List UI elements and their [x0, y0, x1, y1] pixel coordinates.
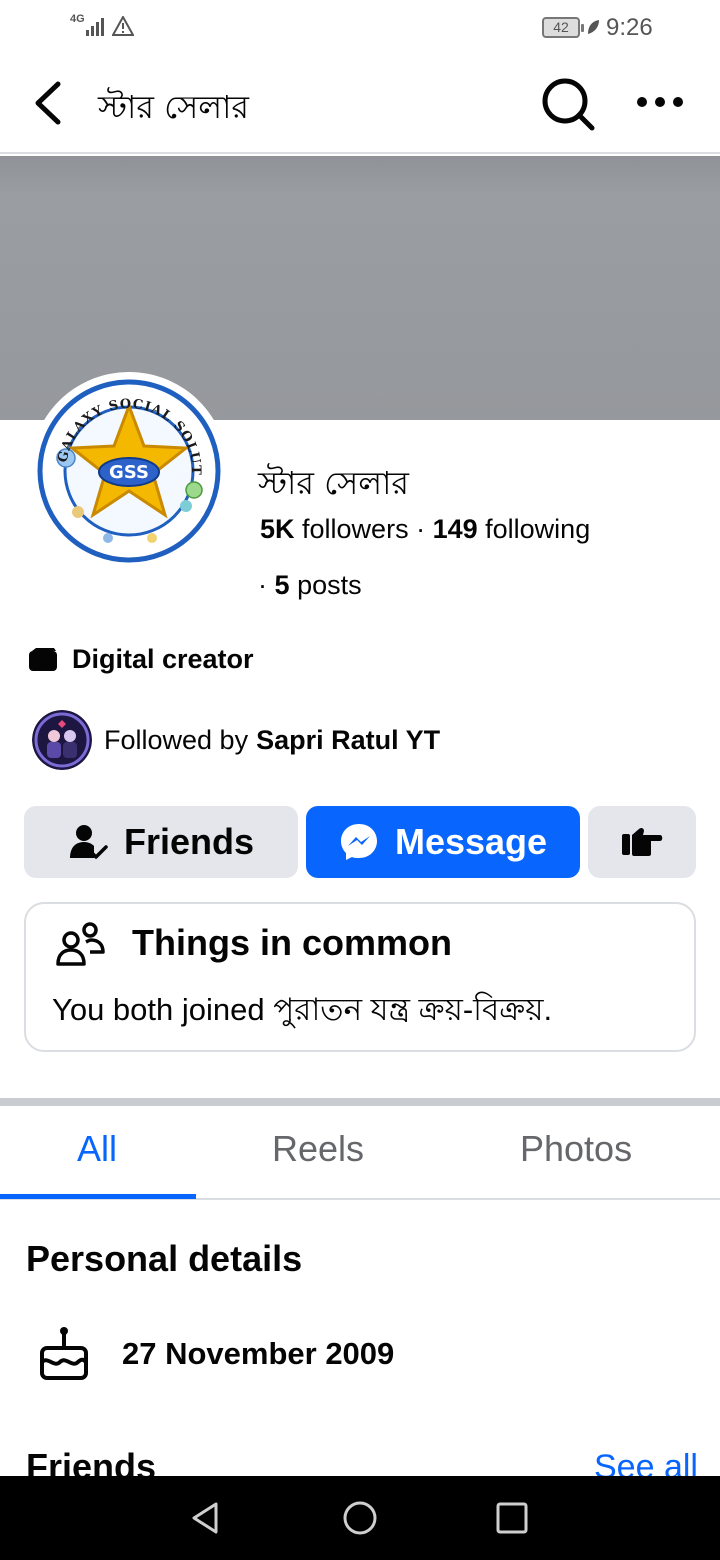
birthday-row: 27 November 2009 [38, 1326, 394, 1382]
common-text: You both joined পুরাতন যন্ত্র ক্রয়-বিক্… [52, 992, 553, 1027]
follower-avatar[interactable] [32, 710, 92, 770]
followed-by-row[interactable]: Followed by Sapri Ratul YT [32, 710, 440, 770]
logo-center-text: GSS [109, 462, 149, 483]
nav-recents-icon[interactable] [492, 1498, 532, 1538]
more-options-icon[interactable] [632, 86, 688, 118]
search-icon[interactable] [538, 74, 598, 134]
leaf-icon [588, 20, 599, 34]
following-label[interactable]: following [485, 514, 590, 544]
posts-stat: · 5 posts [258, 570, 362, 601]
profile-category: Digital creator [28, 644, 254, 675]
personal-details-title: Personal details [26, 1238, 303, 1279]
active-tab-indicator [0, 1194, 196, 1199]
common-title: Things in common [132, 922, 452, 963]
followers-label[interactable]: followers · [302, 514, 425, 544]
followers-count[interactable]: 5K [260, 514, 295, 544]
followed-by-name[interactable]: Sapri Ratul YT [256, 725, 440, 756]
messenger-icon [340, 824, 377, 860]
friends-button[interactable]: Friends [24, 806, 298, 878]
nav-home-icon[interactable] [340, 1498, 380, 1538]
gss-logo: GALAXY SOCIAL SOLUTION GSS [30, 367, 222, 564]
tab-photos[interactable]: Photos [520, 1128, 632, 1170]
tab-reels[interactable]: Reels [272, 1128, 364, 1170]
warning-icon [112, 16, 134, 36]
tab-all[interactable]: All [77, 1128, 117, 1170]
posts-label: posts [297, 570, 362, 600]
following-count[interactable]: 149 [433, 514, 478, 544]
profile-name: স্টার সেলার [258, 464, 409, 502]
things-in-common-card[interactable]: Things in common You both joined পুরাতন … [24, 902, 696, 1052]
people-icon [56, 922, 105, 966]
posts-separator: · [258, 570, 267, 600]
status-bar: 4G 42 9:26 [0, 0, 720, 56]
posts-count: 5 [274, 570, 290, 600]
message-button[interactable]: Message [306, 806, 580, 878]
friend-check-icon [69, 825, 108, 859]
section-divider [0, 1098, 720, 1106]
profile-tabs: All Reels Photos [0, 1106, 720, 1200]
back-arrow-icon[interactable] [22, 76, 72, 130]
profile-picture[interactable]: GALAXY SOCIAL SOLUTION GSS [30, 367, 228, 570]
birthday-date: 27 November 2009 [122, 1336, 395, 1371]
system-navigation-bar [0, 1476, 720, 1560]
pointing-hand-icon [622, 827, 663, 856]
clapperboard-icon [29, 647, 57, 671]
page-title: স্টার সেলার [98, 88, 249, 126]
nav-back-icon[interactable] [186, 1498, 226, 1538]
clock: 9:26 [606, 14, 653, 41]
friends-button-label: Friends [123, 821, 255, 862]
network-type: 4G [70, 13, 85, 25]
birthday-cake-icon [40, 1327, 88, 1380]
message-button-label: Message [394, 821, 548, 862]
top-app-bar: স্টার সেলার [0, 56, 720, 154]
more-actions-button[interactable] [588, 806, 696, 878]
battery-indicator: 42 [542, 17, 584, 38]
category-label: Digital creator [72, 644, 254, 674]
followed-by-prefix: Followed by [104, 724, 249, 755]
profile-stats: 5K followers · 149 following [260, 514, 590, 545]
